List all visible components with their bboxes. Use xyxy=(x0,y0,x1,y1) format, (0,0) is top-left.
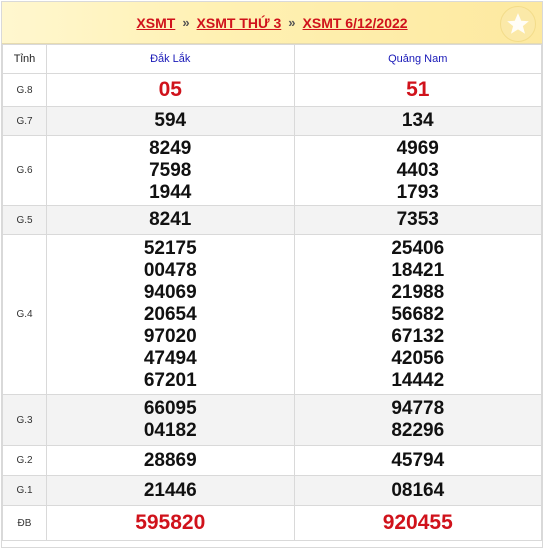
prize-number: 94069 xyxy=(143,281,197,303)
prize-number: 920455 xyxy=(382,511,453,534)
table-row: G.2 28869 45794 xyxy=(2,445,542,476)
prize-number: 00478 xyxy=(143,259,197,281)
prize-cell: 28869 xyxy=(46,445,295,476)
prize-number: 21988 xyxy=(391,281,445,303)
prize-number: 28869 xyxy=(143,449,197,471)
table-row: ĐB 595820 920455 xyxy=(2,505,542,541)
table-row: G.4 52175 00478 94069 20654 97020 47494 67201 25… xyxy=(2,234,542,395)
prize-cell: 134 xyxy=(293,106,542,136)
prize-label: G.3 xyxy=(2,394,47,446)
prize-label: ĐB xyxy=(2,505,47,541)
prize-number: 04182 xyxy=(143,420,197,441)
prize-cell: 66095 04182 xyxy=(46,394,295,446)
prize-cell: 4969 4403 1793 xyxy=(293,135,542,206)
breadcrumb-separator: » xyxy=(182,15,190,30)
prize-cell: 05 xyxy=(46,73,295,107)
prize-number: 67201 xyxy=(143,369,197,391)
prize-number: 14442 xyxy=(391,369,445,391)
prize-label: G.8 xyxy=(2,73,47,107)
breadcrumb-separator: » xyxy=(288,15,296,30)
breadcrumb-xsmt-thu3[interactable]: XSMT THỨ 3 xyxy=(197,15,282,31)
table-row: G.5 8241 7353 xyxy=(2,205,542,235)
breadcrumb-xsmt[interactable]: XSMT xyxy=(136,15,175,31)
prize-number: 7598 xyxy=(149,159,192,181)
prize-number: 4403 xyxy=(396,159,439,181)
prize-number: 67132 xyxy=(391,325,445,347)
prize-number: 595820 xyxy=(135,511,206,534)
table-row: G.8 05 51 xyxy=(2,73,542,107)
prize-number: 8249 xyxy=(149,137,192,159)
prize-cell: 920455 xyxy=(293,505,542,541)
star-icon xyxy=(500,6,536,42)
prize-cell: 8241 xyxy=(46,205,295,235)
prize-number: 82296 xyxy=(391,420,445,441)
prize-number: 20654 xyxy=(143,303,197,325)
prize-number: 47494 xyxy=(143,347,197,369)
prize-label: G.4 xyxy=(2,234,47,395)
prize-number: 42056 xyxy=(391,347,445,369)
results-table: Tỉnh Đắk Lắk Quảng Nam G.8 05 51 G.7 594 134 G… xyxy=(2,44,542,541)
prize-cell: 7353 xyxy=(293,205,542,235)
prize-label: G.2 xyxy=(2,445,47,476)
prize-label: G.5 xyxy=(2,205,47,235)
column-header-dak-lak[interactable]: Đắk Lắk xyxy=(46,44,295,74)
prize-number: 08164 xyxy=(391,479,445,501)
table-row: G.7 594 134 xyxy=(2,106,542,136)
prize-number: 52175 xyxy=(143,237,197,259)
prize-number: 134 xyxy=(401,110,434,131)
column-header-province: Tỉnh xyxy=(2,44,47,74)
prize-number: 25406 xyxy=(391,237,445,259)
prize-label: G.7 xyxy=(2,106,47,136)
prize-number: 7353 xyxy=(396,209,439,230)
prize-cell: 52175 00478 94069 20654 97020 47494 67201 xyxy=(46,234,295,395)
prize-number: 94778 xyxy=(391,398,445,419)
column-header-quang-nam[interactable]: Quảng Nam xyxy=(293,44,542,74)
prize-number: 66095 xyxy=(143,398,197,419)
prize-number: 51 xyxy=(406,78,430,101)
results-panel: XSMT » XSMT THỨ 3 » XSMT 6/12/2022 Tỉnh … xyxy=(1,1,543,548)
prize-number: 1793 xyxy=(396,181,439,203)
prize-number: 18421 xyxy=(391,259,445,281)
prize-label: G.6 xyxy=(2,135,47,206)
table-row: G.3 66095 04182 94778 82296 xyxy=(2,394,542,446)
prize-cell: 25406 18421 21988 56682 67132 42056 14442 xyxy=(293,234,542,395)
table-row: G.1 21446 08164 xyxy=(2,475,542,506)
prize-number: 21446 xyxy=(143,479,197,501)
prize-number: 05 xyxy=(158,78,182,101)
prize-cell: 595820 xyxy=(46,505,295,541)
prize-cell: 594 xyxy=(46,106,295,136)
prize-number: 4969 xyxy=(396,137,439,159)
prize-cell: 8249 7598 1944 xyxy=(46,135,295,206)
prize-number: 594 xyxy=(154,110,187,131)
table-row: G.6 8249 7598 1944 4969 4403 1793 xyxy=(2,135,542,206)
prize-cell: 08164 xyxy=(293,475,542,506)
prize-number: 45794 xyxy=(391,449,445,471)
prize-number: 8241 xyxy=(149,209,192,230)
prize-label: G.1 xyxy=(2,475,47,506)
breadcrumb-xsmt-date[interactable]: XSMT 6/12/2022 xyxy=(303,15,408,31)
prize-cell: 51 xyxy=(293,73,542,107)
prize-cell: 21446 xyxy=(46,475,295,506)
prize-cell: 94778 82296 xyxy=(293,394,542,446)
prize-number: 97020 xyxy=(143,325,197,347)
prize-number: 1944 xyxy=(149,181,192,203)
prize-number: 56682 xyxy=(391,303,445,325)
prize-cell: 45794 xyxy=(293,445,542,476)
breadcrumb: XSMT » XSMT THỨ 3 » XSMT 6/12/2022 xyxy=(2,2,542,44)
